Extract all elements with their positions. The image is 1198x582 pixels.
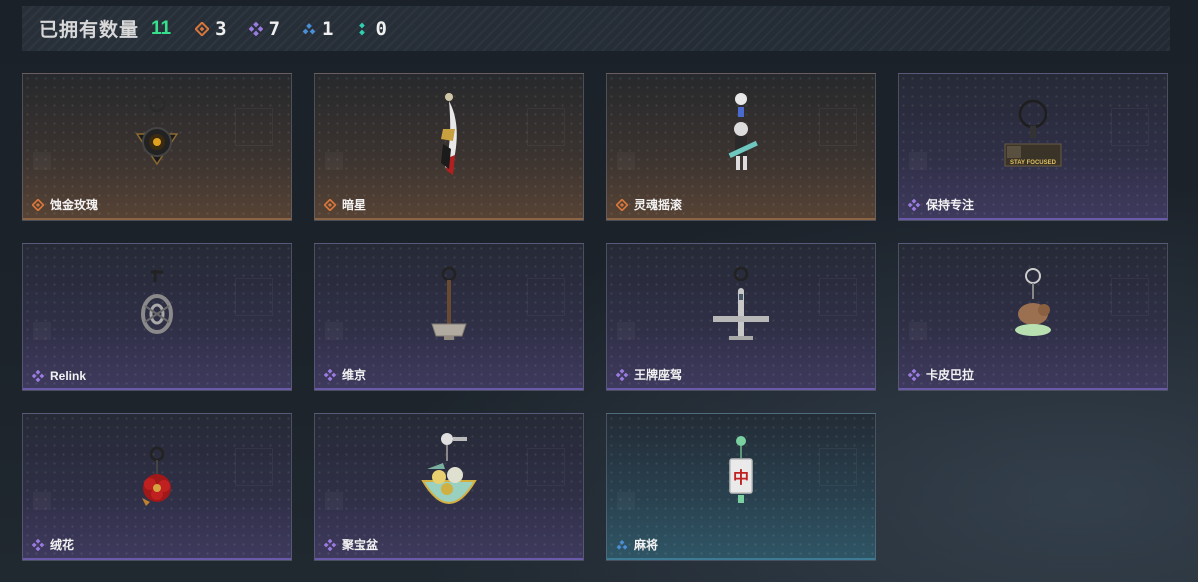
item-name: 王牌座驾 xyxy=(634,368,683,382)
charm-card-mahjong[interactable]: 中 麻将 xyxy=(606,413,876,561)
orange-rarity-icon xyxy=(324,198,336,211)
item-label: 聚宝盆 xyxy=(324,536,378,553)
item-name: 维京 xyxy=(342,368,367,382)
owned-total-count: 11 xyxy=(151,17,172,39)
capybara-charm-icon xyxy=(899,244,1167,370)
blue-rarity-icon xyxy=(616,539,628,551)
teal-rarity-count: 0 xyxy=(375,17,387,40)
item-label: 王牌座驾 xyxy=(616,366,682,383)
charm-card-soul-rock[interactable]: 灵魂摇滚 xyxy=(606,73,876,221)
viking-hammer-charm-icon xyxy=(315,244,583,370)
charm-card-stay-focused[interactable]: STAY FOCUSED 保持专注 xyxy=(898,73,1168,221)
charm-card-ace-ride[interactable]: 王牌座驾 xyxy=(606,243,876,391)
dark-star-blade-charm-icon xyxy=(315,74,583,200)
orange-rarity-count: 3 xyxy=(215,17,227,40)
charm-card-viking[interactable]: 维京 xyxy=(314,243,584,391)
relink-knot-charm-icon xyxy=(23,244,291,370)
item-name: 绒花 xyxy=(50,538,75,552)
charm-card-capybara[interactable]: 卡皮巴拉 xyxy=(898,243,1168,391)
teal-rarity-stat: 0 xyxy=(355,17,387,40)
blue-rarity-icon xyxy=(302,22,316,36)
teal-rarity-icon xyxy=(355,22,369,36)
red-flower-charm-icon xyxy=(23,414,291,540)
item-label: 暗星 xyxy=(324,196,366,213)
item-name: 聚宝盆 xyxy=(342,538,379,552)
owned-count-bar: 已拥有数量 11 3 7 1 0 xyxy=(22,6,1170,51)
purple-rarity-icon xyxy=(908,198,920,211)
item-name: Relink xyxy=(50,369,87,383)
item-label: 保持专注 xyxy=(908,196,974,213)
purple-rarity-count: 7 xyxy=(268,17,281,40)
item-name: 灵魂摇滚 xyxy=(634,198,683,212)
purple-rarity-icon xyxy=(616,368,628,381)
item-label: 维京 xyxy=(324,366,366,383)
charm-card-dark-star[interactable]: 暗星 xyxy=(314,73,584,221)
mahjong-tile-glyph: 中 xyxy=(733,468,749,487)
orange-rarity-icon xyxy=(195,21,210,36)
blue-rarity-stat: 1 xyxy=(302,18,333,40)
fighter-jet-charm-icon xyxy=(607,244,875,370)
orange-rarity-icon xyxy=(32,198,44,211)
owned-count-title: 已拥有数量 xyxy=(39,20,140,41)
charm-card-relink[interactable]: Relink xyxy=(22,243,292,391)
purple-rarity-icon xyxy=(32,538,44,551)
black-gold-rose-charm-icon xyxy=(23,74,291,200)
orange-rarity-stat: 3 xyxy=(195,17,227,40)
item-name: 蚀金玫瑰 xyxy=(50,198,99,212)
stay-focused-stamp-text: STAY FOCUSED xyxy=(1010,160,1057,166)
item-label: 绒花 xyxy=(32,536,74,553)
purple-rarity-icon xyxy=(908,368,920,381)
item-label: 麻将 xyxy=(616,536,658,553)
purple-rarity-icon xyxy=(32,370,44,382)
charm-card-black-gold-rose[interactable]: 蚀金玫瑰 xyxy=(22,73,292,221)
item-label: 卡皮巴拉 xyxy=(908,366,974,383)
mahjong-tile-charm-icon: 中 xyxy=(607,414,875,540)
purple-rarity-icon xyxy=(324,368,336,381)
orange-rarity-icon xyxy=(616,198,628,211)
charm-card-treasure-bowl[interactable]: 聚宝盆 xyxy=(314,413,584,561)
item-label: 蚀金玫瑰 xyxy=(32,196,98,213)
item-name: 暗星 xyxy=(342,198,367,212)
item-name: 卡皮巴拉 xyxy=(926,368,975,382)
purple-rarity-stat: 7 xyxy=(248,17,281,40)
item-label: Relink xyxy=(32,369,86,383)
purple-rarity-icon xyxy=(248,21,263,36)
treasure-bowl-charm-icon xyxy=(315,414,583,540)
item-label: 灵魂摇滚 xyxy=(616,196,682,213)
skeleton-guitarist-charm-icon xyxy=(607,74,875,200)
charm-card-velvet-flower[interactable]: 绒花 xyxy=(22,413,292,561)
stay-focused-tag-charm-icon: STAY FOCUSED xyxy=(899,74,1167,200)
purple-rarity-icon xyxy=(324,538,336,551)
item-name: 麻将 xyxy=(634,538,659,552)
item-name: 保持专注 xyxy=(926,198,975,212)
blue-rarity-count: 1 xyxy=(322,17,334,40)
